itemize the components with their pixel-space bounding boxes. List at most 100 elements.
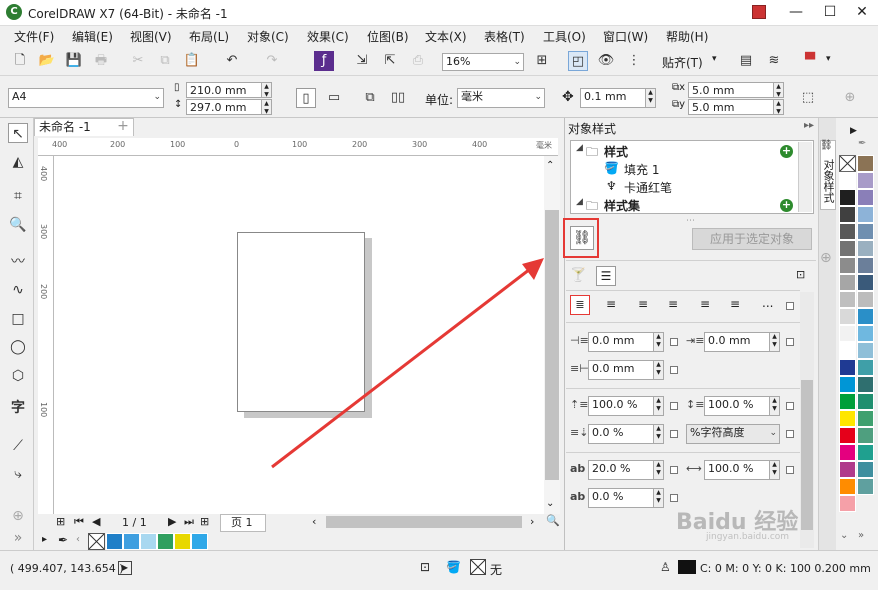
document-color-swatch[interactable] xyxy=(174,533,191,550)
palette-color-swatch[interactable] xyxy=(857,257,874,274)
tree-item-pen[interactable]: 卡通红笔 xyxy=(624,179,672,196)
checkbox[interactable] xyxy=(786,430,794,438)
add-style-icon[interactable]: + xyxy=(780,145,793,158)
scroll-left-icon[interactable]: ‹ xyxy=(312,515,316,528)
palette-color-swatch[interactable] xyxy=(839,206,856,223)
page-tab[interactable]: 页 1 xyxy=(220,514,266,532)
spinner-icon[interactable]: ▲ ▼ xyxy=(769,333,779,351)
checkbox[interactable] xyxy=(670,366,678,374)
spinner-icon[interactable]: ▲ ▼ xyxy=(653,425,663,443)
checkbox[interactable] xyxy=(786,466,794,474)
document-color-swatch[interactable] xyxy=(191,533,208,550)
palette-color-swatch[interactable] xyxy=(839,359,856,376)
line-spacing-input[interactable]: 100.0 % ▲ ▼ xyxy=(704,396,780,416)
no-color-swatch[interactable] xyxy=(88,533,105,550)
horizontal-scroll-thumb[interactable] xyxy=(326,516,522,528)
tree-item-style-sets[interactable]: 样式集 xyxy=(604,197,640,214)
checkbox[interactable] xyxy=(670,430,678,438)
space-after-input[interactable]: 0.0 % ▲ ▼ xyxy=(588,424,664,444)
apply-to-selected-button[interactable]: 应用于选定对象 xyxy=(692,228,812,250)
spinner-icon[interactable]: ▲ ▼ xyxy=(769,461,779,479)
paragraph-tab-icon[interactable]: ☰ xyxy=(596,266,616,286)
palette-color-swatch[interactable] xyxy=(857,155,874,172)
checkbox[interactable] xyxy=(670,338,678,346)
next-page-icon[interactable]: ▶ xyxy=(168,515,176,528)
palette-menu-icon[interactable]: ▸ xyxy=(42,534,47,545)
first-page-icon[interactable]: ⏮ xyxy=(74,515,84,529)
first-line-indent-input[interactable]: 0.0 mm ▲ ▼ xyxy=(588,360,664,380)
palette-color-swatch[interactable] xyxy=(857,376,874,393)
no-fill-indicator[interactable] xyxy=(470,559,486,575)
force-justify-icon[interactable]: ≡ xyxy=(730,297,740,311)
checkbox[interactable] xyxy=(670,466,678,474)
checkbox[interactable] xyxy=(786,402,794,410)
checkbox[interactable] xyxy=(786,338,794,346)
document-color-swatch[interactable] xyxy=(140,533,157,550)
collapse-arrow-icon[interactable]: ◢ xyxy=(576,197,583,207)
palette-color-swatch[interactable] xyxy=(839,376,856,393)
align-center-icon[interactable]: ≡ xyxy=(638,297,648,311)
align-left-icon[interactable]: ≡ xyxy=(606,297,616,311)
palette-color-swatch[interactable] xyxy=(857,393,874,410)
palette-color-swatch[interactable] xyxy=(839,172,856,189)
scroll-left-icon[interactable]: ‹ xyxy=(76,534,80,545)
palette-eyedropper-icon[interactable]: ✒ xyxy=(858,138,866,149)
palette-color-swatch[interactable] xyxy=(857,461,874,478)
palette-color-swatch[interactable] xyxy=(857,291,874,308)
palette-color-swatch[interactable] xyxy=(839,223,856,240)
no-fill-swatch[interactable] xyxy=(839,155,856,172)
spinner-icon[interactable]: ▲ ▼ xyxy=(653,461,663,479)
expand-panel-icon[interactable]: ▸▸ xyxy=(804,120,814,131)
palette-color-swatch[interactable] xyxy=(839,461,856,478)
language-spacing-input[interactable]: 0.0 % ▲ ▼ xyxy=(588,488,664,508)
checkbox[interactable] xyxy=(670,494,678,502)
checkbox[interactable] xyxy=(670,402,678,410)
add-page-after-icon[interactable]: ⊞ xyxy=(200,515,209,528)
palette-color-swatch[interactable] xyxy=(857,189,874,206)
palette-color-swatch[interactable] xyxy=(857,359,874,376)
palette-color-swatch[interactable] xyxy=(857,274,874,291)
spinner-icon[interactable]: ▲ ▼ xyxy=(653,361,663,379)
last-page-icon[interactable]: ⏭ xyxy=(184,515,194,529)
palette-color-swatch[interactable] xyxy=(857,240,874,257)
indent-left-input[interactable]: 0.0 mm ▲ ▼ xyxy=(588,332,664,352)
checkbox[interactable] xyxy=(786,302,794,310)
palette-color-swatch[interactable] xyxy=(839,495,856,512)
palette-color-swatch[interactable] xyxy=(857,444,874,461)
panel-scroll-thumb[interactable] xyxy=(801,380,813,530)
play-icon[interactable]: ▶ xyxy=(118,561,132,575)
add-page-before-icon[interactable]: ⊞ xyxy=(56,515,65,528)
palette-color-swatch[interactable] xyxy=(857,478,874,495)
palette-color-swatch[interactable] xyxy=(857,342,874,359)
panel-menu-icon[interactable]: ⊡ xyxy=(796,268,805,281)
palette-menu-icon[interactable]: ▶ xyxy=(850,126,857,136)
palette-color-swatch[interactable] xyxy=(839,325,856,342)
collapse-arrow-icon[interactable]: ◢ xyxy=(576,143,583,153)
resize-grip-icon[interactable]: ⋯ xyxy=(686,216,695,226)
word-spacing-input[interactable]: 100.0 % ▲ ▼ xyxy=(704,460,780,480)
character-tab-icon[interactable]: 🍸 xyxy=(570,268,586,283)
palette-color-swatch[interactable] xyxy=(857,223,874,240)
palette-color-swatch[interactable] xyxy=(839,427,856,444)
spinner-icon[interactable]: ▲ ▼ xyxy=(653,489,663,507)
palette-color-swatch[interactable] xyxy=(857,206,874,223)
prev-page-icon[interactable]: ◀ xyxy=(92,515,100,528)
palette-color-swatch[interactable] xyxy=(839,257,856,274)
palette-color-swatch[interactable] xyxy=(857,427,874,444)
palette-color-swatch[interactable] xyxy=(857,308,874,325)
palette-color-swatch[interactable] xyxy=(857,325,874,342)
scroll-right-icon[interactable]: › xyxy=(530,515,534,528)
palette-color-swatch[interactable] xyxy=(857,172,874,189)
add-style-set-icon[interactable]: + xyxy=(780,199,793,212)
justify-full-icon[interactable]: ≡ xyxy=(700,297,710,311)
palette-color-swatch[interactable] xyxy=(857,410,874,427)
palette-color-swatch[interactable] xyxy=(839,444,856,461)
palette-color-swatch[interactable] xyxy=(839,478,856,495)
palette-expand-icon[interactable]: » xyxy=(858,530,864,541)
spinner-icon[interactable]: ▲ ▼ xyxy=(653,397,663,415)
space-before-input[interactable]: 100.0 % ▲ ▼ xyxy=(588,396,664,416)
tree-scrollbar[interactable] xyxy=(798,142,812,212)
spacing-unit-dropdown[interactable]: %字符高度 ⌄ xyxy=(686,424,780,444)
document-color-swatch[interactable] xyxy=(106,533,123,550)
outline-color-swatch[interactable] xyxy=(678,560,696,574)
